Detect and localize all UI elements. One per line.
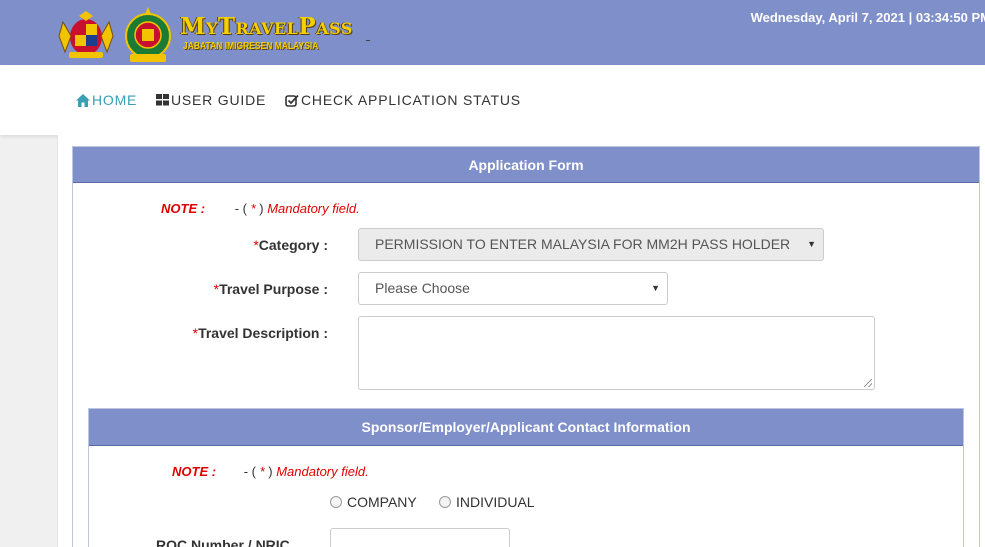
contact-mandatory-note: NOTE : - ( * ) Mandatory field. (172, 464, 369, 479)
application-form-title: Application Form (73, 147, 979, 183)
note-dash: - ( (234, 201, 247, 216)
note-dash: - ( (243, 464, 256, 479)
note-text: Mandatory field. (272, 464, 369, 479)
note-star: * (246, 201, 260, 216)
mandatory-note: NOTE : - ( * ) Mandatory field. (161, 201, 360, 216)
travel-description-textarea[interactable] (358, 316, 875, 390)
travel-description-label-text: Travel Description : (198, 325, 328, 341)
immigration-badge-logo (125, 7, 171, 62)
category-selected-value: PERMISSION TO ENTER MALAYSIA FOR MM2H PA… (375, 236, 791, 252)
malaysia-coat-of-arms-logo (58, 11, 114, 58)
radio-individual[interactable]: INDIVIDUAL (439, 494, 535, 510)
nav-home-label: HOME (92, 92, 138, 108)
travel-description-label: *Travel Description : (150, 325, 328, 341)
nav-check-status-label: CHECK APPLICATION STATUS (301, 92, 521, 108)
radio-circle-icon[interactable] (330, 496, 342, 508)
home-icon (76, 93, 90, 107)
radio-individual-label: INDIVIDUAL (456, 494, 535, 510)
resize-handle-icon[interactable] (864, 379, 872, 387)
roc-number-label: ROC Number / NRIC (156, 537, 290, 547)
current-datetime: Wednesday, April 7, 2021 | 03:34:50 PM (750, 10, 985, 25)
check-square-icon (285, 94, 299, 107)
radio-company[interactable]: COMPANY (330, 494, 417, 510)
roc-number-input[interactable] (330, 528, 510, 547)
nav-user-guide-link[interactable]: USER GUIDE (156, 92, 266, 108)
brand-title: MyTravelPass (180, 13, 353, 40)
travel-purpose-label-text: Travel Purpose : (219, 281, 328, 297)
main-navigation: HOME USER GUIDE CHECK APPLICATION STATUS (0, 65, 985, 135)
note-label: NOTE : (161, 201, 206, 216)
note-label: NOTE : (172, 464, 217, 479)
category-label-text: Category : (258, 237, 328, 253)
category-select[interactable]: PERMISSION TO ENTER MALAYSIA FOR MM2H PA… (358, 228, 824, 261)
note-text: Mandatory field. (263, 201, 360, 216)
travel-purpose-selected-value: Please Choose (375, 280, 470, 296)
category-label: *Category : (180, 237, 328, 253)
travel-purpose-label: *Travel Purpose : (180, 281, 328, 297)
grid-icon (156, 94, 169, 106)
header-bar: MyTravelPass JABATAN IMIGRESEN MALAYSIA … (0, 0, 985, 65)
note-star: * (255, 464, 269, 479)
nav-home-link[interactable]: HOME (76, 92, 137, 108)
nav-check-status-link[interactable]: CHECK APPLICATION STATUS (285, 92, 521, 108)
chevron-down-icon: ▼ (807, 239, 816, 249)
contact-info-title: Sponsor/Employer/Applicant Contact Infor… (89, 409, 963, 446)
header-divider (366, 40, 370, 41)
travel-purpose-select[interactable]: Please Choose ▼ (358, 272, 668, 305)
radio-company-label: COMPANY (347, 494, 417, 510)
chevron-down-icon: ▼ (651, 283, 660, 293)
radio-circle-icon[interactable] (439, 496, 451, 508)
nav-user-guide-label: USER GUIDE (171, 92, 267, 108)
brand-subtitle: JABATAN IMIGRESEN MALAYSIA (183, 41, 319, 52)
